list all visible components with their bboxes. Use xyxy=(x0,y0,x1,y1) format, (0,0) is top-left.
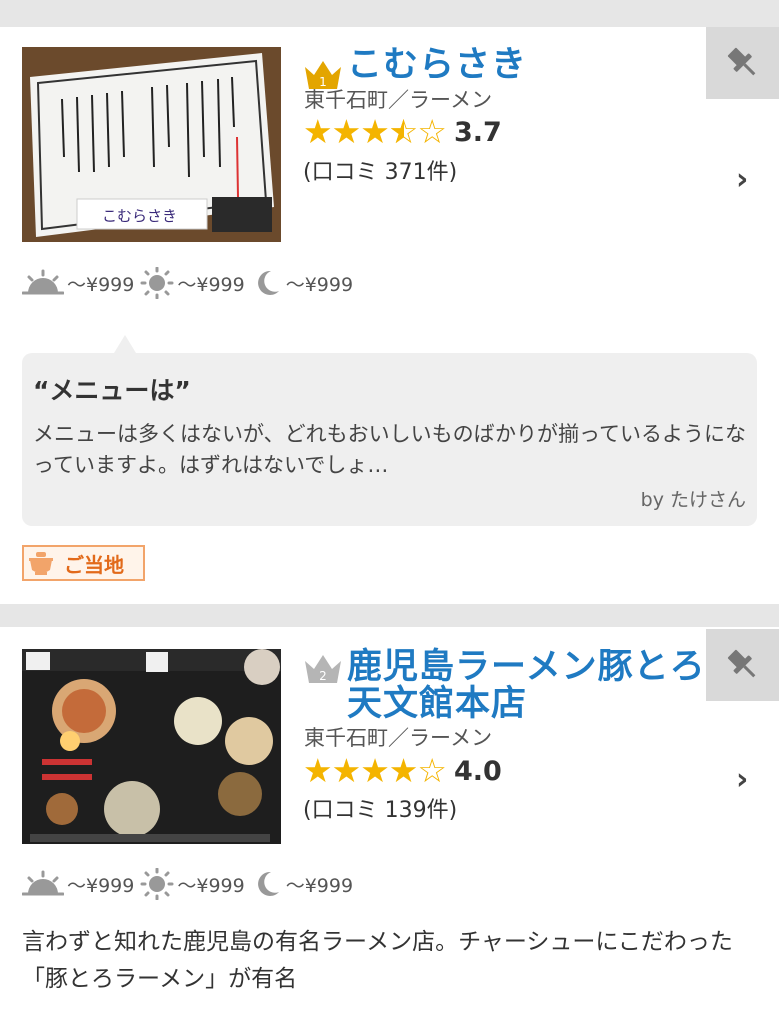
restaurant-card-2[interactable]: 2 鹿児島ラーメン豚とろ 天文館本店 東千石町／ラーメン ★ ★ ★ ★ ☆ 4… xyxy=(0,627,779,1024)
local-specialty-badge: ご当地 xyxy=(22,545,145,581)
review-count[interactable]: (口コミ 371件) xyxy=(303,154,457,186)
restaurant-name-line2[interactable]: 天文館本店 xyxy=(347,683,527,725)
chevron-right-icon[interactable]: › xyxy=(736,762,748,797)
bowl-icon xyxy=(29,552,53,575)
svg-text:2: 2 xyxy=(319,669,327,683)
sunrise-icon xyxy=(22,870,64,896)
restaurant-description: 言わずと知れた鹿児島の有名ラーメン店。チャーシューにこだわった「豚とろラーメン」… xyxy=(22,929,733,992)
price-row: ～¥999 ～¥999 ～¥999 xyxy=(22,267,359,299)
review-snippet[interactable]: “メニューは” メニューは多くはないが、どれもおいしいものばかりが揃っているよう… xyxy=(22,335,757,526)
sun-icon xyxy=(140,267,174,299)
review-title: “メニューは” xyxy=(33,376,191,405)
price-dinner: ～¥999 xyxy=(285,874,354,897)
area-genre: 東千石町／ラーメン xyxy=(304,726,493,750)
star-full-icon: ★ xyxy=(360,751,390,790)
rank-silver-crown-icon: 2 xyxy=(305,655,341,683)
restaurant-card-1[interactable]: こむらさき 1 こむらさき 東千石町／ラーメン ★ ★ ★ ★☆ ☆ 3.7 (… xyxy=(0,27,779,604)
moon-icon xyxy=(257,871,279,896)
price-dinner: ～¥999 xyxy=(285,273,354,296)
bookmark-pin-button[interactable] xyxy=(706,27,779,99)
sunrise-icon xyxy=(22,269,64,295)
badge-label: ご当地 xyxy=(64,552,124,577)
restaurant-photo[interactable]: こむらさき xyxy=(22,47,281,242)
price-morning: ～¥999 xyxy=(67,874,135,897)
chevron-right-icon[interactable]: › xyxy=(736,162,748,197)
restaurant-name[interactable]: 鹿児島ラーメン豚とろ xyxy=(347,646,706,688)
rating-score: 4.0 xyxy=(453,755,502,787)
area-genre: 東千石町／ラーメン xyxy=(304,88,493,112)
pin-icon xyxy=(727,47,755,76)
star-full-icon: ★ xyxy=(388,751,419,790)
restaurant-name[interactable]: こむらさき xyxy=(347,44,527,86)
top-divider xyxy=(0,0,779,27)
star-half-icon: ★☆ xyxy=(388,112,419,151)
review-author: by たけさん xyxy=(640,489,746,511)
moon-icon xyxy=(257,270,279,295)
star-full-icon: ★ xyxy=(331,751,362,790)
photo-sign-text: こむらさき xyxy=(102,207,177,225)
star-empty-icon: ☆ xyxy=(417,112,447,151)
rating-stars: ★ ★ ★ ★ ☆ 4.0 xyxy=(303,754,502,788)
price-row: ～¥999 ～¥999 ～¥999 xyxy=(22,868,359,900)
star-empty-icon: ☆ xyxy=(417,751,447,790)
price-lunch: ～¥999 xyxy=(177,273,245,296)
rating-score: 3.7 xyxy=(453,116,502,148)
sun-icon xyxy=(140,868,174,900)
card-divider xyxy=(0,604,779,627)
price-lunch: ～¥999 xyxy=(177,874,245,897)
review-body: メニューは多くはないが、どれもおいしいものばかりが揃っているようになっていますよ… xyxy=(33,422,746,477)
restaurant-photo[interactable] xyxy=(22,649,281,844)
rating-stars: ★ ★ ★ ★☆ ☆ 3.7 xyxy=(303,115,502,149)
bookmark-pin-button[interactable] xyxy=(706,629,779,701)
star-full-icon: ★ xyxy=(360,112,390,151)
star-full-icon: ★ xyxy=(303,751,333,790)
pin-icon xyxy=(727,649,755,678)
star-full-icon: ★ xyxy=(303,112,333,151)
price-morning: ～¥999 xyxy=(67,273,135,296)
review-count[interactable]: (口コミ 139件) xyxy=(303,792,457,824)
star-full-icon: ★ xyxy=(331,112,362,151)
